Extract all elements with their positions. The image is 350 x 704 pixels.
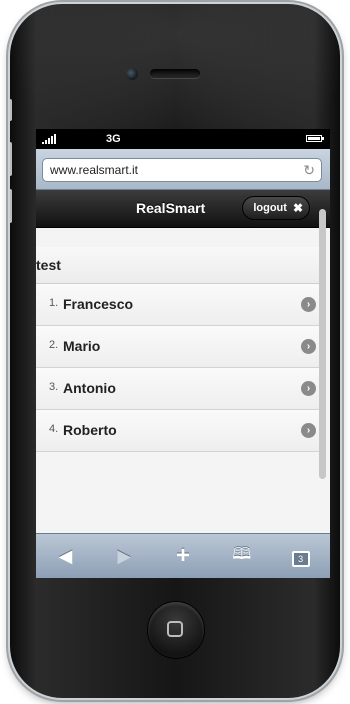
list-container: test 1. Francesco › 2. Mario › 3. Antoni… [36,247,319,452]
list-item-number: 2. [49,339,59,351]
chevron-right-icon: › [301,297,316,312]
volume-down-button [10,189,12,223]
list-item-name: Mario [63,338,101,354]
logout-label: logout [253,202,287,214]
browser-address-bar: www.realsmart.it ↻ [36,149,330,190]
logout-button[interactable]: logout ✖ [242,196,310,220]
back-icon[interactable]: ◀ [45,546,85,567]
home-button[interactable] [148,602,204,658]
bookmarks-icon[interactable]: 🕮 [222,543,262,570]
list-item-number: 4. [49,423,59,435]
chevron-right-icon: › [301,423,316,438]
list-item-number: 1. [49,297,59,309]
list-item[interactable]: 4. Roberto › [36,410,319,452]
list-item-number: 3. [49,381,59,393]
signal-icon [42,134,56,144]
app-title: RealSmart [136,200,206,216]
list-item[interactable]: 2. Mario › [36,326,319,368]
mute-switch [10,99,12,121]
scrollbar[interactable] [319,209,326,479]
volume-up-button [10,142,12,176]
chevron-right-icon: › [301,381,316,396]
list-item[interactable]: 1. Francesco › [36,284,319,326]
pages-icon[interactable]: 3 [281,546,321,567]
list-header: test [36,247,319,284]
phone-screen: 3G www.realsmart.it ↻ RealSmart logout ✖… [36,129,330,578]
list-item-name: Francesco [63,296,134,312]
status-bar: 3G [36,129,330,149]
home-square-icon [167,621,183,637]
app-header: RealSmart logout ✖ [36,190,330,228]
add-icon[interactable]: + [163,542,203,570]
browser-toolbar: ◀ ▶ + 🕮 3 [36,533,330,578]
front-camera [126,68,138,80]
reload-icon[interactable]: ↻ [303,159,315,181]
list-item[interactable]: 3. Antonio › [36,368,319,410]
forward-icon[interactable]: ▶ [104,546,144,567]
tabs-count: 3 [291,550,310,567]
network-type: 3G [106,133,121,145]
list-item-name: Antonio [63,380,116,396]
close-icon: ✖ [292,201,303,215]
url-text: www.realsmart.it [50,163,139,177]
list-item-name: Roberto [63,422,117,438]
url-field[interactable]: www.realsmart.it ↻ [42,158,322,182]
earpiece-speaker [150,69,200,78]
chevron-right-icon: › [301,339,316,354]
battery-icon [306,135,324,142]
